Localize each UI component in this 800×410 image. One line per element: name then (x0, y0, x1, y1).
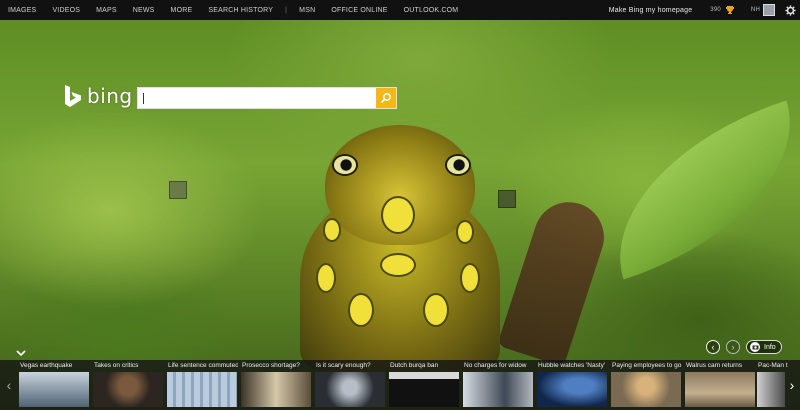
turtle-spot (425, 295, 447, 325)
turtle-spot (318, 265, 334, 291)
turtle-eye-right (447, 156, 469, 174)
news-item[interactable]: Life sentence commuted (166, 360, 238, 410)
bing-logo-text: bing (87, 84, 133, 108)
nav-outlook[interactable]: OUTLOOK.COM (400, 7, 463, 14)
turtle-spot (458, 222, 472, 242)
avatar[interactable] (763, 4, 775, 16)
news-thumbnail (611, 372, 681, 407)
news-thumbnail (241, 372, 311, 407)
turtle-spot (462, 265, 478, 291)
rewards-count[interactable]: 390 (710, 7, 721, 13)
image-info-button[interactable]: Info (746, 340, 782, 354)
image-info-label: Info (764, 343, 776, 351)
news-thumbnail (315, 372, 385, 407)
nav-news[interactable]: NEWS (129, 7, 159, 14)
news-previous-button[interactable]: ‹ (3, 376, 15, 394)
nav-search-history[interactable]: SEARCH HISTORY (204, 7, 277, 14)
news-caption: No charges for widow (464, 362, 527, 369)
news-item[interactable]: Paying employees to go (610, 360, 682, 410)
news-thumbnail (537, 372, 607, 407)
turtle-spot (382, 255, 414, 275)
bing-homepage: IMAGES VIDEOS MAPS NEWS MORE SEARCH HIST… (0, 0, 800, 410)
news-caption: Vegas earthquake (20, 362, 73, 369)
news-next-button[interactable]: › (786, 376, 798, 394)
search-box (137, 87, 397, 109)
news-item[interactable]: Pac-Man t (756, 360, 788, 410)
bing-logo-icon (65, 85, 81, 107)
nav-separator: | (285, 6, 288, 14)
news-caption: Paying employees to go (612, 362, 682, 369)
image-hotspot[interactable] (498, 190, 516, 208)
news-caption: Hubble watches 'Nasty' (538, 362, 606, 369)
news-item[interactable]: Is it scary enough? (314, 360, 386, 410)
nav-images[interactable]: IMAGES (4, 7, 40, 14)
next-image-button[interactable]: › (726, 340, 740, 354)
news-caption: Dutch burqa ban (390, 362, 439, 369)
turtle-spot (383, 198, 413, 232)
top-nav-right: Make Bing my homepage 390 NH (609, 0, 800, 20)
search-input[interactable] (142, 90, 376, 106)
news-caption: Pac-Man t (758, 362, 788, 369)
camera-icon (750, 342, 760, 352)
chevron-down-icon[interactable] (16, 349, 26, 357)
news-caption: Prosecco shortage? (242, 362, 300, 369)
rewards-trophy-icon[interactable] (725, 5, 735, 15)
previous-image-button[interactable]: ‹ (706, 340, 720, 354)
news-item[interactable]: Takes on critics (92, 360, 164, 410)
nav-maps[interactable]: MAPS (92, 7, 121, 14)
nav-office-online[interactable]: OFFICE ONLINE (327, 7, 391, 14)
news-thumbnail (93, 372, 163, 407)
news-thumbnail (167, 372, 237, 407)
image-hotspot[interactable] (169, 181, 187, 199)
top-nav-bar: IMAGES VIDEOS MAPS NEWS MORE SEARCH HIST… (0, 0, 800, 20)
turtle-spot (350, 295, 372, 325)
news-caption: Walrus cam returns (686, 362, 743, 369)
news-caption: Takes on critics (94, 362, 139, 369)
news-thumbnail (19, 372, 89, 407)
turtle-eye-left (334, 156, 356, 174)
news-item[interactable]: Dutch burqa ban (388, 360, 460, 410)
signin-name[interactable]: NH (751, 7, 760, 13)
news-thumbnail (389, 372, 459, 407)
turtle-spot (325, 220, 339, 240)
news-item[interactable]: No charges for widow (462, 360, 534, 410)
news-thumbnail (463, 372, 533, 407)
news-carousel: ‹ Vegas earthquake Takes on critics Life… (0, 360, 800, 410)
text-caret (143, 93, 144, 104)
search-icon (380, 93, 391, 104)
news-item[interactable]: Hubble watches 'Nasty' (536, 360, 608, 410)
news-thumbnail (685, 372, 755, 407)
news-caption: Is it scary enough? (316, 362, 371, 369)
bing-logo[interactable]: bing (63, 83, 133, 109)
nav-more[interactable]: MORE (167, 7, 197, 14)
gear-icon[interactable] (785, 4, 796, 16)
news-item[interactable]: Walrus cam returns (684, 360, 756, 410)
news-item[interactable]: Prosecco shortage? (240, 360, 312, 410)
make-homepage-link[interactable]: Make Bing my homepage (609, 7, 693, 14)
nav-videos[interactable]: VIDEOS (48, 7, 84, 14)
search-button[interactable] (376, 88, 396, 108)
nav-msn[interactable]: MSN (295, 7, 319, 14)
news-item[interactable]: Vegas earthquake (18, 360, 90, 410)
news-thumbnail (757, 372, 785, 407)
news-caption: Life sentence commuted (168, 362, 238, 369)
